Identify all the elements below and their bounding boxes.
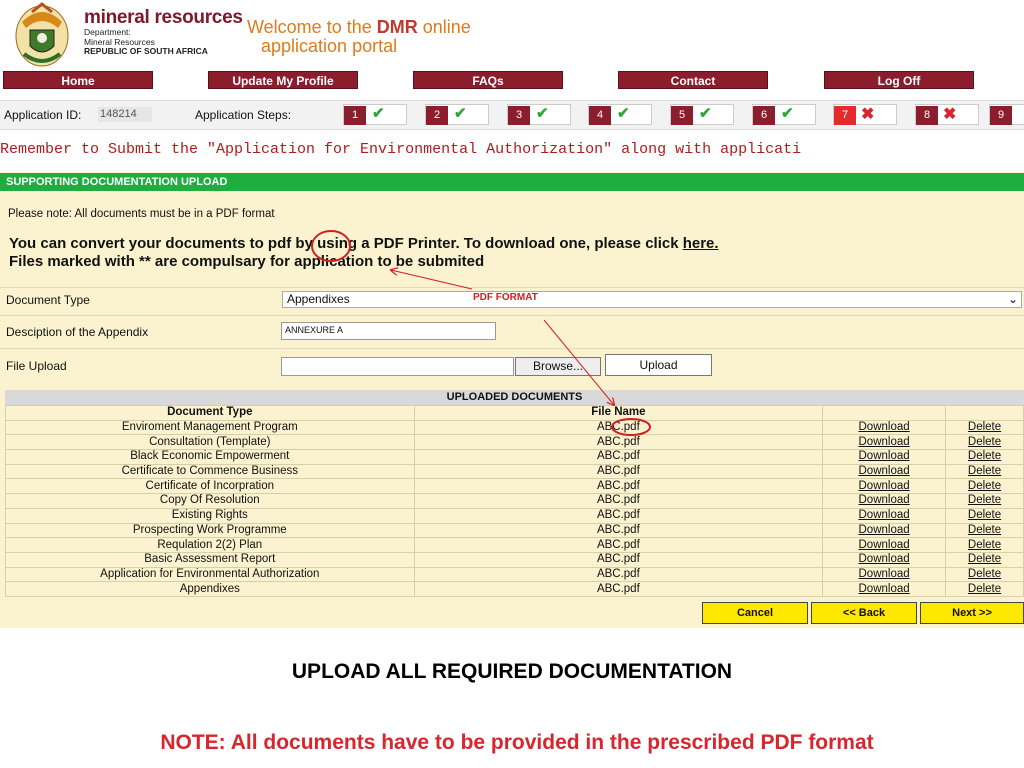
file-highlight-circle — [611, 418, 651, 436]
slide-note: NOTE: All documents have to be provided … — [160, 731, 874, 754]
pdf-format-annotation: PDF FORMAT — [473, 292, 538, 303]
pdf-highlight-circle — [311, 230, 351, 262]
annotation-arrow — [391, 270, 473, 290]
slide-title: UPLOAD ALL REQUIRED DOCUMENTATION — [291, 660, 733, 683]
annotation-overlay — [311, 230, 651, 436]
annotation-arrow — [543, 319, 614, 405]
